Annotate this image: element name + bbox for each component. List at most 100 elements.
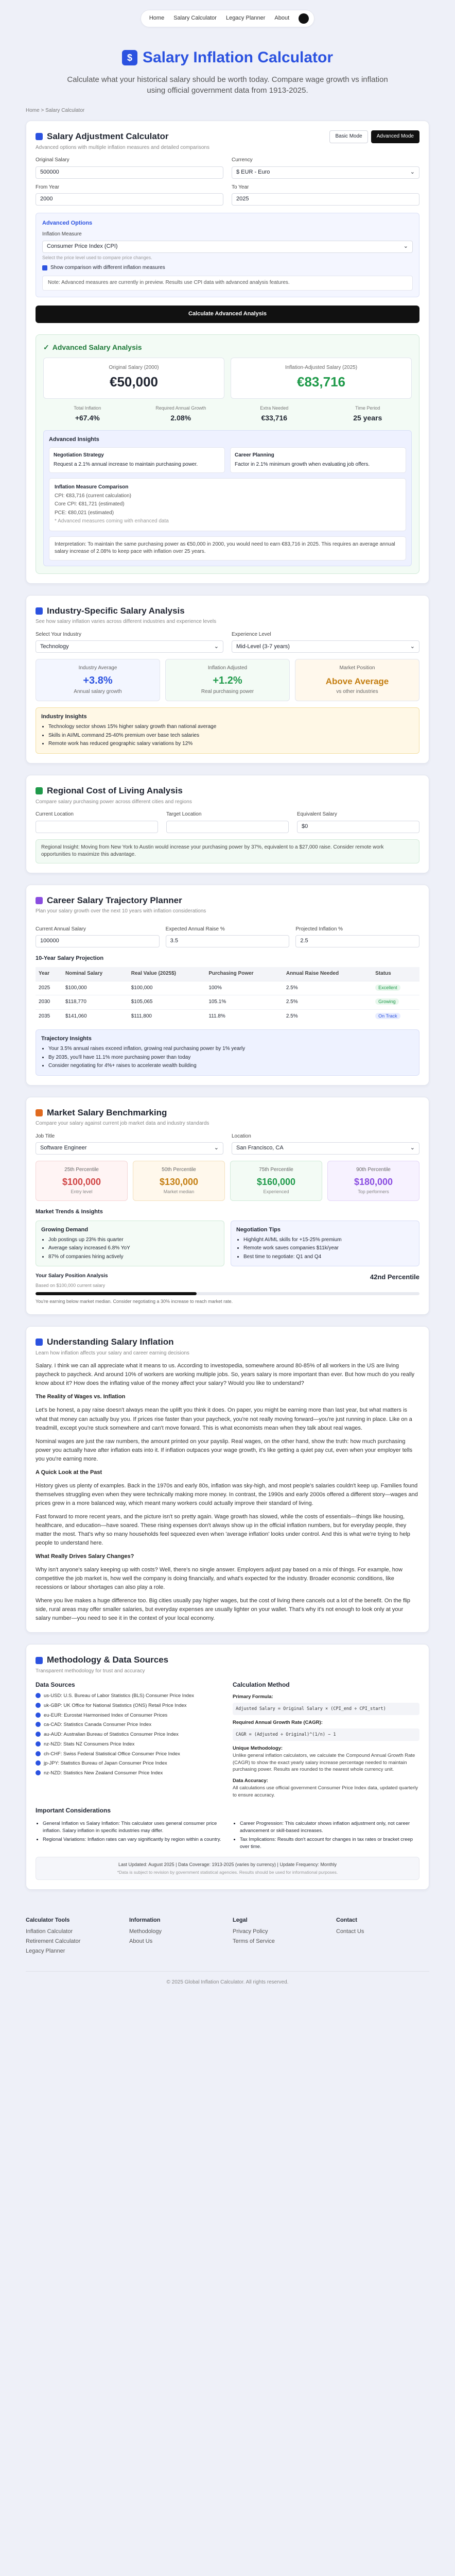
article-title: Understanding Salary Inflation xyxy=(47,1337,174,1347)
trajectory-title: Career Salary Trajectory Planner xyxy=(47,895,182,905)
advanced-options-title: Advanced Options xyxy=(42,220,93,227)
hero: $ Salary Inflation Calculator Calculate w… xyxy=(0,37,455,101)
projected-inflation-input[interactable]: 2.5 xyxy=(295,935,420,948)
source-item: us-USD: U.S. Bureau of Labor Statistics … xyxy=(36,1692,222,1700)
calculate-button[interactable]: Calculate Advanced Analysis xyxy=(36,305,419,323)
negotiation-text: Request a 2.1% annual increase to mainta… xyxy=(54,461,198,467)
position-meter xyxy=(36,1292,419,1296)
inflation-measure-select[interactable]: Consumer Price Index (CPI) ⌄ xyxy=(42,240,413,253)
footer-heading: Contact xyxy=(336,1917,357,1924)
stat-value: 2.08% xyxy=(170,414,191,422)
source-item: eu-EUR: Eurostat Harmonised Index of Con… xyxy=(36,1712,222,1719)
percentile-90-box: 90th Percentile $180,000 Top performers xyxy=(327,1161,419,1201)
adjusted-salary-box: Inflation-Adjusted Salary (2025) €83,716 xyxy=(231,357,412,399)
nav-salary-calculator[interactable]: Salary Calculator xyxy=(173,14,217,23)
to-year-input[interactable]: 2025 xyxy=(232,193,419,206)
calculator-title: Salary Adjustment Calculator xyxy=(47,131,169,141)
from-year-value: 2000 xyxy=(40,196,53,202)
target-location-input[interactable] xyxy=(166,820,289,833)
nav-legacy-planner[interactable]: Legacy Planner xyxy=(226,14,265,23)
target-location-label: Target Location xyxy=(166,811,202,818)
calculation-method-title: Calculation Method xyxy=(233,1681,290,1688)
page-subtitle: Calculate what your historical salary sh… xyxy=(67,75,388,95)
currency-select[interactable]: $ EUR - Euro ⌄ xyxy=(232,166,419,179)
results-panel: ✓ Advanced Salary Analysis Original Salar… xyxy=(36,334,419,574)
basic-mode-button[interactable]: Basic Mode xyxy=(329,130,368,143)
current-location-input[interactable] xyxy=(36,820,158,833)
footer-link[interactable]: About Us xyxy=(129,1938,222,1946)
result-stats: Total Inflation +67.4% Required Annual Gr… xyxy=(43,405,412,423)
dollar-icon: $ xyxy=(121,49,137,65)
position-meter-fill xyxy=(36,1292,197,1296)
flag-icon xyxy=(36,1741,41,1747)
footer-link[interactable]: Legacy Planner xyxy=(26,1947,119,1956)
list-item: Best time to negotiate: Q1 and Q4 xyxy=(243,1253,414,1261)
equivalent-salary-output: $0 xyxy=(297,820,419,833)
footer-link[interactable]: Contact Us xyxy=(336,1928,429,1936)
nav-about[interactable]: About xyxy=(274,14,289,23)
theme-toggle-icon[interactable] xyxy=(299,13,309,24)
breadcrumb[interactable]: Home > Salary Calculator xyxy=(0,101,455,121)
percentile-value: $100,000 xyxy=(62,1176,101,1187)
from-year-input[interactable]: 2000 xyxy=(36,193,223,206)
equivalent-salary-value: $0 xyxy=(302,823,308,829)
chevron-down-icon: ⌄ xyxy=(410,168,415,175)
list-item: Technology sector shows 15% higher salar… xyxy=(48,723,414,731)
list-item: Remote work saves companies $11k/year xyxy=(243,1245,414,1252)
job-title-label: Job Title xyxy=(36,1133,55,1139)
flag-icon xyxy=(36,1712,41,1718)
article-paragraph: Nominal wages are just the raw numbers, … xyxy=(36,1438,413,1462)
trajectory-insights: Trajectory Insights Your 3.5% annual rai… xyxy=(36,1029,419,1076)
footer-link[interactable]: Inflation Calculator xyxy=(26,1928,119,1936)
footer-link[interactable]: Methodology xyxy=(129,1928,222,1936)
stat-extra-needed: Extra Needed €33,716 xyxy=(230,405,319,423)
job-title-select[interactable]: Software Engineer ⌄ xyxy=(36,1142,223,1155)
list-item: Regional Variations: Inflation rates can… xyxy=(43,1836,222,1843)
source-text: eu-EUR: Eurostat Harmonised Index of Con… xyxy=(44,1712,168,1718)
table-cell: $118,770 xyxy=(62,995,128,1010)
percentile-label: 50th Percentile xyxy=(162,1167,196,1173)
stat-value: +67.4% xyxy=(75,414,100,422)
industry-select[interactable]: Technology ⌄ xyxy=(36,640,223,653)
table-cell: 2.5% xyxy=(283,995,373,1010)
box-value: +3.8% xyxy=(83,674,113,686)
show-comparison-checkbox[interactable]: Show comparison with different inflation… xyxy=(42,264,413,272)
industry-label: Select Your Industry xyxy=(36,631,81,637)
flag-icon xyxy=(36,1693,41,1698)
experience-select[interactable]: Mid-Level (3-7 years) ⌄ xyxy=(232,640,419,653)
location-value: San Francisco, CA xyxy=(236,1145,284,1151)
footer-column-information: Information Methodology About Us xyxy=(129,1917,222,1956)
trajectory-subtitle: Plan your salary growth over the next 10… xyxy=(36,908,206,914)
stat-label: Time Period xyxy=(355,405,380,411)
location-select[interactable]: San Francisco, CA ⌄ xyxy=(232,1142,419,1155)
market-position-box: Market Position Above Average vs other ind… xyxy=(295,659,419,702)
column-header: Purchasing Power xyxy=(205,967,283,981)
stat-time-period: Time Period 25 years xyxy=(324,405,412,423)
current-salary-label: Current Annual Salary xyxy=(36,926,86,932)
update-text: Last Updated: August 2025 | Data Coverag… xyxy=(118,1861,337,1867)
original-salary-value: 500000 xyxy=(40,168,59,175)
footer-link[interactable]: Privacy Policy xyxy=(233,1928,326,1936)
from-year-label: From Year xyxy=(36,184,60,190)
table-cell: 2.5% xyxy=(283,980,373,995)
source-text: jp-JPY: Statistics Bureau of Japan Consu… xyxy=(44,1760,167,1767)
percentile-note: Experienced xyxy=(263,1189,289,1194)
footer-link[interactable]: Terms of Service xyxy=(233,1938,326,1946)
experience-label: Experience Level xyxy=(232,631,271,637)
current-salary-input[interactable]: 100000 xyxy=(36,935,160,948)
percentile-note: Market median xyxy=(163,1189,195,1194)
table-cell: $105,065 xyxy=(128,995,206,1010)
inflation-measure-hint: Select the price level used to compare p… xyxy=(42,255,152,260)
footer-heading: Information xyxy=(129,1917,161,1924)
comparison-line: CPI: €83,716 (current calculation) xyxy=(55,493,131,499)
table-cell: 111.8% xyxy=(205,1009,283,1024)
footer-link[interactable]: Retirement Calculator xyxy=(26,1938,119,1946)
original-salary-input[interactable]: 500000 xyxy=(36,166,223,179)
methodology-card: Methodology & Data Sources Transparent m… xyxy=(26,1644,429,1890)
status-badge: On Track xyxy=(375,1012,400,1019)
table-cell: 2.5% xyxy=(283,1009,373,1024)
expected-raise-input[interactable]: 3.5 xyxy=(165,935,290,948)
methodology-title: Methodology & Data Sources xyxy=(47,1655,169,1665)
nav-home[interactable]: Home xyxy=(149,14,164,23)
advanced-mode-button[interactable]: Advanced Mode xyxy=(371,130,419,143)
